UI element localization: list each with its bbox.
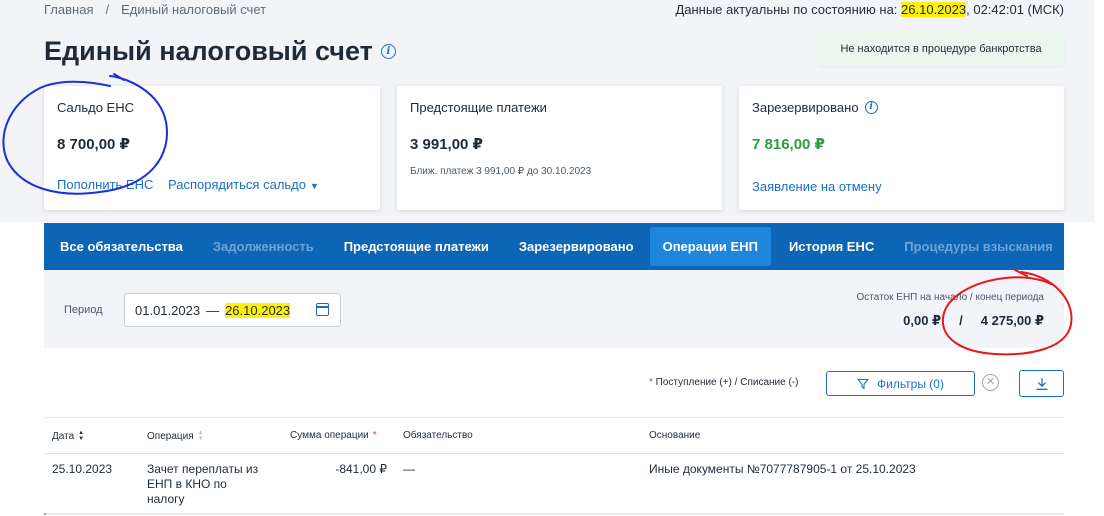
bankruptcy-status-badge: Не находится в процедуре банкротства [818,32,1064,66]
saldo-card: Сальдо ЕНС 8 700,00 ₽ Пополнить ЕНС Расп… [44,86,380,210]
saldo-amount: 8 700,00 ₽ [57,136,130,153]
legend-text: Поступление (+) / Списание (-) [652,377,799,388]
saldo-label: Сальдо ЕНС [57,100,134,115]
header-date-label: Дата [52,430,75,442]
data-freshness-note: Данные актуальны по состоянию на: 26.10.… [675,2,1064,17]
table-row[interactable]: 25.10.2023 Зачет переплаты из ЕНП в КНО … [44,454,1064,516]
upcoming-amount: 3 991,00 ₽ [410,136,483,153]
reserved-label: Зарезервировано [752,100,859,115]
breadcrumb: Главная / Единый налоговый счет [44,2,266,17]
header-date[interactable]: Дата ▲ ▼ [52,430,84,442]
balance-separator: / [959,313,963,328]
period-label: Период [64,304,103,316]
table-header: Дата ▲ ▼ Операция ▲ ▼ Сумма операции * Обяз… [44,417,1064,454]
row-operation: Зачет переплаты из ЕНП в КНО по налогу [147,462,259,506]
balance-end: 4 275,00 ₽ [980,313,1044,328]
row-amount: -841,00 ₽ [335,462,387,476]
reserved-card: Зарезервировано i 7 816,00 ₽ Заявление н… [739,86,1064,210]
calendar-icon[interactable] [316,303,329,316]
period-filter-panel: Период 01.01.2023 — 26.10.2023 Остаток Е… [44,270,1064,348]
download-icon [1035,377,1048,390]
tab-debt[interactable]: Задолженность [199,223,328,270]
header-obligation: Обязательство [403,430,473,441]
amount-legend: * Поступление (+) / Списание (-) [649,377,798,388]
clear-filters-icon[interactable]: ✕ [982,374,999,391]
funnel-icon [857,378,869,389]
header-amount: Сумма операции * [290,430,377,441]
tab-ens-history[interactable]: История ЕНС [775,223,888,270]
breadcrumb-home-link[interactable]: Главная [44,2,93,17]
upcoming-payments-card: Предстоящие платежи 3 991,00 ₽ Ближ. пла… [397,86,722,210]
filters-button[interactable]: Фильтры (0) [826,371,975,396]
chevron-down-icon: ▼ [310,181,319,191]
header-basis: Основание [649,430,701,441]
balance-values: 0,00 ₽ / 4 275,00 ₽ [903,313,1044,329]
header-amount-star: * [372,430,377,441]
topup-link[interactable]: Пополнить ЕНС [57,177,153,192]
reserved-amount: 7 816,00 ₽ [752,136,825,153]
header-operation-label: Операция [147,430,194,442]
row-divider [44,513,1064,515]
header-operation[interactable]: Операция ▲ ▼ [147,430,204,442]
info-icon[interactable]: i [380,44,396,59]
tab-enp-operations[interactable]: Операции ЕНП [649,227,771,266]
dispose-saldo-link[interactable]: Распорядиться сальдо ▼ [168,177,319,192]
upcoming-label: Предстоящие платежи [410,100,547,115]
download-button[interactable] [1019,370,1064,397]
date-range-picker[interactable]: 01.01.2023 — 26.10.2023 [124,293,341,327]
page-title: Единый налоговый счет i [44,36,396,67]
date-from: 01.01.2023 [135,302,201,318]
upcoming-note: Ближ. платеж 3 991,00 ₽ до 30.10.2023 [410,166,592,177]
tab-all-obligations[interactable]: Все обязательства [46,223,197,270]
row-obligation: — [403,462,415,476]
balance-label: Остаток ЕНП на начало / конец периода [856,292,1044,303]
page-title-text: Единый налоговый счет [44,36,373,66]
freshness-date: 26.10.2023 [901,2,967,17]
dispose-saldo-label: Распорядиться сальдо [168,177,306,192]
tab-reserved[interactable]: Зарезервировано [505,223,648,270]
tab-bar: Все обязательства Задолженность Предстоя… [44,223,1064,270]
breadcrumb-separator: / [105,2,110,17]
freshness-time: , 02:42:01 (МСК) [966,2,1064,17]
row-date: 25.10.2023 [52,462,113,476]
tab-upcoming-payments[interactable]: Предстоящие платежи [330,223,503,270]
sort-icon[interactable]: ▲ ▼ [78,430,84,442]
sort-icon[interactable]: ▲ ▼ [198,430,204,442]
filters-label: Фильтры (0) [877,376,944,391]
info-icon[interactable]: i [864,101,878,114]
cancel-request-link[interactable]: Заявление на отмену [752,179,882,194]
date-separator: — [206,302,220,318]
reserved-label-row: Зарезервировано i [752,100,878,115]
freshness-prefix: Данные актуальны по состоянию на: [675,2,902,17]
header-amount-label: Сумма операции [290,430,369,441]
balance-start: 0,00 ₽ [903,313,942,328]
row-basis: Иные документы №7077787905-1 от 25.10.20… [649,462,916,476]
tab-collection-procedures[interactable]: Процедуры взыскания [890,223,1067,270]
date-to: 26.10.2023 [225,302,291,318]
breadcrumb-current: Единый налоговый счет [121,2,267,17]
